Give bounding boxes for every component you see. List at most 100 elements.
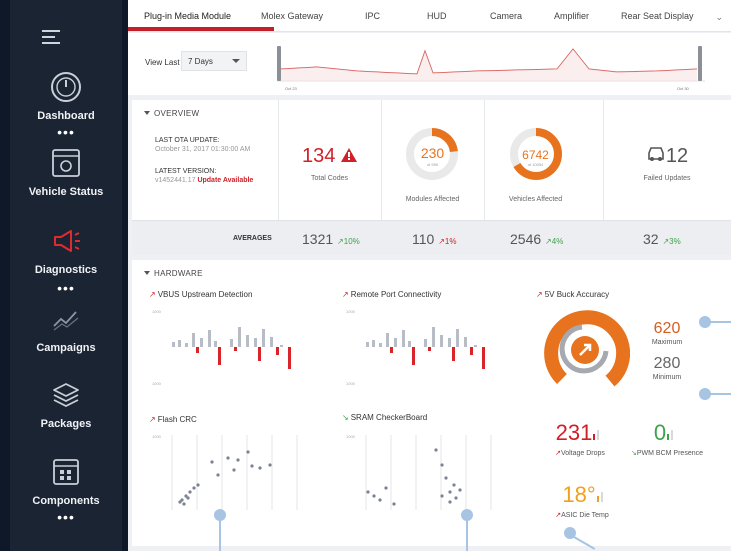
sidebar-item-label: Vehicle Status bbox=[28, 186, 104, 198]
average-failed: 32 ↗3% bbox=[643, 231, 681, 247]
callout-line bbox=[710, 321, 731, 323]
trend-up-pct: ↗3% bbox=[662, 237, 681, 246]
flash-crc-title: ↗ Flash CRC bbox=[149, 415, 197, 424]
more-dots-icon[interactable]: ••• bbox=[10, 281, 122, 295]
sidebar-item-vehicle-status[interactable]: Vehicle Status bbox=[10, 146, 122, 198]
tab-ipc[interactable]: IPC bbox=[365, 11, 380, 21]
average-pct: 4% bbox=[551, 237, 564, 246]
overview-section: OVERVIEW LAST OTA UPDATE: October 31, 20… bbox=[132, 100, 731, 255]
overview-header[interactable]: OVERVIEW bbox=[144, 109, 199, 118]
average-value: 32 bbox=[643, 231, 659, 247]
hardware-header[interactable]: HARDWARE bbox=[144, 269, 203, 278]
timeline-sparkline: Oct 23 Oct 30 bbox=[277, 46, 705, 91]
buck-min-label: Minimum bbox=[652, 374, 682, 381]
buck-accuracy-gauge bbox=[544, 310, 630, 387]
sidebar-item-campaigns[interactable]: Campaigns bbox=[10, 302, 122, 354]
timeline-end-label: Oct 30 bbox=[677, 86, 690, 91]
asic-die-temp-value: 18° bbox=[552, 482, 616, 508]
view-last-label: View Last bbox=[145, 58, 180, 67]
tab-amplifier[interactable]: Amplifier bbox=[554, 11, 589, 21]
hardware-title: HARDWARE bbox=[154, 269, 203, 278]
voltage-drops-number: 231 bbox=[555, 420, 593, 445]
sidebar-item-packages[interactable]: Packages bbox=[10, 378, 122, 430]
pwm-label-text: PWM BCM Presence bbox=[636, 450, 703, 457]
module-tabs: Plug-in Media Module Molex Gateway IPC H… bbox=[128, 0, 731, 32]
averages-row: AVERAGES 1321 ↗10% 110 ↗1% 2546 ↗4% 32 ↗… bbox=[132, 220, 731, 255]
trend-line-icon bbox=[53, 311, 79, 331]
version-number: v1452441.17 bbox=[155, 177, 196, 184]
average-total-codes: 1321 ↗10% bbox=[302, 231, 360, 247]
collapse-triangle-icon bbox=[144, 111, 150, 115]
callout-line bbox=[219, 520, 221, 551]
version-label: LATEST VERSION: bbox=[155, 168, 217, 175]
tab-rear-seat-display[interactable]: Rear Seat Display bbox=[621, 11, 694, 21]
gauge-icon bbox=[51, 72, 81, 102]
pwm-number: 0 bbox=[653, 420, 667, 445]
buck-max-value: 620 bbox=[653, 320, 681, 337]
more-dots-icon[interactable]: ••• bbox=[10, 125, 122, 139]
flash-crc-title-text: Flash CRC bbox=[157, 415, 197, 424]
sidebar-item-label: Diagnostics bbox=[34, 264, 98, 276]
view-last-value: 7 Days bbox=[188, 57, 213, 66]
update-available-link[interactable]: Update Available bbox=[197, 177, 253, 184]
bar-signal-icon bbox=[593, 430, 600, 440]
bar-signal-icon bbox=[596, 492, 603, 502]
sidebar: Dashboard ••• Vehicle Status Diagnostics… bbox=[10, 0, 122, 551]
total-codes-value: 134 bbox=[278, 145, 381, 168]
total-codes-label: Total Codes bbox=[311, 175, 348, 182]
vehicles-affected-label: Vehicles Affected bbox=[508, 196, 563, 203]
buck-title-text: 5V Buck Accuracy bbox=[544, 290, 610, 299]
trend-up-arrow-icon: ↗ bbox=[536, 290, 543, 299]
voltage-drops-label: ↗Voltage Drops bbox=[542, 449, 618, 457]
hardware-section: HARDWARE ↗ VBUS Upstream Detection ↗ Remot… bbox=[132, 260, 731, 546]
axis-bottom-label: 1000 bbox=[346, 381, 356, 385]
flash-crc-scatter: 1000 bbox=[152, 434, 298, 510]
view-last-select[interactable]: 7 Days bbox=[181, 51, 247, 71]
vehicle-status-icon bbox=[52, 149, 80, 177]
buck-min-value: 280 bbox=[653, 355, 681, 372]
axis-top-label: 1000 bbox=[346, 434, 356, 439]
warning-icon bbox=[340, 148, 357, 162]
sidebar-item-dashboard[interactable]: Dashboard bbox=[10, 70, 122, 122]
car-icon bbox=[648, 147, 664, 161]
sidebar-item-label: Components bbox=[32, 495, 100, 507]
sram-title: ↘ SRAM CheckerBoard bbox=[342, 413, 427, 422]
trend-up-arrow-icon: ↗ bbox=[342, 290, 349, 299]
axis-top-label: 1000 bbox=[152, 434, 162, 439]
failed-updates-number: 12 bbox=[665, 145, 689, 167]
average-pct: 3% bbox=[669, 237, 681, 246]
trend-down-arrow-icon: ↘ bbox=[342, 413, 349, 422]
range-handle-left[interactable] bbox=[277, 46, 281, 81]
tab-camera[interactable]: Camera bbox=[490, 11, 522, 21]
hamburger-menu-icon[interactable] bbox=[42, 30, 60, 48]
sidebar-item-diagnostics[interactable]: Diagnostics bbox=[10, 224, 122, 276]
ota-value: October 31, 2017 01:30:00 AM bbox=[155, 146, 251, 153]
callout-line bbox=[466, 520, 468, 551]
chevron-down-icon bbox=[232, 59, 240, 63]
average-pct: 1% bbox=[444, 237, 457, 246]
range-handle-right[interactable] bbox=[698, 46, 702, 81]
axis-top-label: 1000 bbox=[346, 309, 356, 314]
tab-hud[interactable]: HUD bbox=[427, 11, 447, 21]
main-content: Plug-in Media Module Molex Gateway IPC H… bbox=[128, 0, 731, 551]
pwm-value: 0 bbox=[640, 420, 690, 446]
sidebar-item-components[interactable]: Components bbox=[10, 455, 122, 507]
average-modules: 110 ↗1% bbox=[412, 231, 456, 247]
average-value: 2546 bbox=[510, 231, 542, 247]
trend-up-arrow-icon: ↗ bbox=[149, 415, 156, 424]
vbus-title-text: VBUS Upstream Detection bbox=[157, 290, 253, 299]
trend-down-pct: ↗1% bbox=[438, 237, 457, 246]
sidebar-item-label: Campaigns bbox=[36, 342, 96, 354]
total-codes-number: 134 bbox=[302, 145, 336, 167]
average-value: 1321 bbox=[302, 231, 334, 247]
tabs-more-chevron-icon[interactable]: ⌄ bbox=[715, 12, 723, 23]
remote-title-text: Remote Port Connectivity bbox=[350, 290, 442, 299]
tab-molex-gateway[interactable]: Molex Gateway bbox=[261, 11, 323, 21]
app-frame: Dashboard ••• Vehicle Status Diagnostics… bbox=[0, 0, 731, 551]
sidebar-item-label: Dashboard bbox=[37, 110, 95, 122]
tab-plug-in-media-module[interactable]: Plug-in Media Module bbox=[144, 11, 231, 21]
more-dots-icon[interactable]: ••• bbox=[10, 510, 122, 524]
callout-line bbox=[710, 393, 731, 395]
average-vehicles: 2546 ↗4% bbox=[510, 231, 563, 247]
buck-title: ↗ 5V Buck Accuracy bbox=[536, 290, 609, 299]
